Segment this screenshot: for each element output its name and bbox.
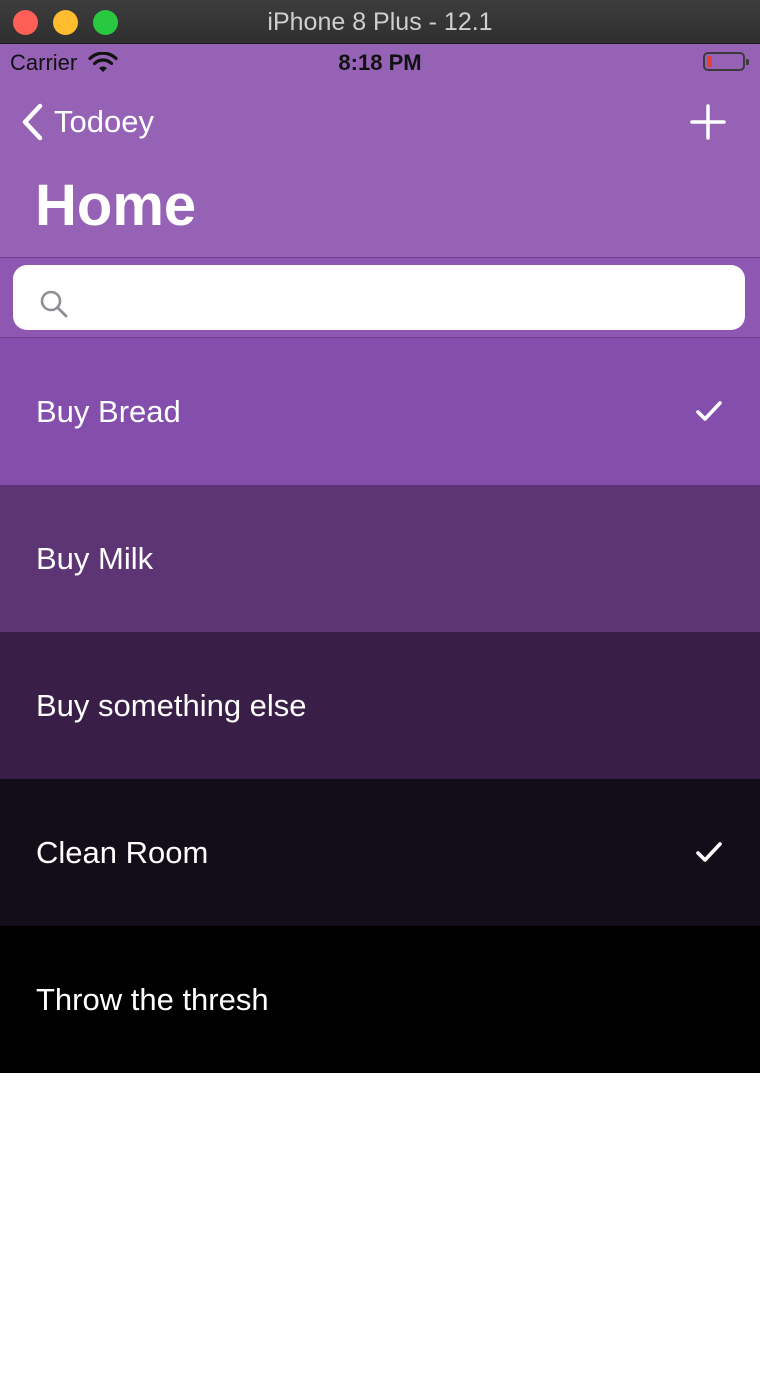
checkmark-icon: [696, 842, 722, 862]
search-bar: [0, 258, 760, 338]
add-item-button[interactable]: [686, 100, 730, 144]
list-item-label: Buy Milk: [36, 541, 154, 576]
list-item[interactable]: Buy Bread: [0, 338, 760, 485]
list-item-label: Buy something else: [36, 688, 307, 723]
search-input[interactable]: [83, 279, 747, 331]
chevron-left-icon: [22, 103, 43, 141]
list-item[interactable]: Clean Room: [0, 779, 760, 926]
battery-icon: [703, 52, 749, 71]
list-item[interactable]: Buy Milk: [0, 485, 760, 632]
search-field[interactable]: [13, 265, 747, 331]
list-item[interactable]: Buy something else: [0, 632, 760, 779]
list-item-label: Buy Bread: [36, 394, 181, 429]
window-title-bar: iPhone 8 Plus - 12.1: [0, 0, 760, 44]
list-item-label: Throw the thresh: [36, 982, 269, 1017]
search-icon: [40, 290, 68, 318]
navigation-bar: Carrier 8:18 PM Todoey Home: [0, 44, 760, 258]
status-time: 8:18 PM: [338, 50, 422, 75]
checkmark-icon: [696, 401, 722, 421]
window-title: iPhone 8 Plus - 12.1: [267, 8, 493, 36]
list-item[interactable]: Throw the thresh: [0, 926, 760, 1073]
page-title: Home: [35, 173, 197, 238]
back-button[interactable]: Todoey: [18, 100, 154, 144]
back-button-label: Todoey: [54, 104, 154, 139]
todo-list: Buy Bread Buy Milk Buy something else Cl…: [0, 338, 760, 1073]
list-item-label: Clean Room: [36, 835, 209, 870]
